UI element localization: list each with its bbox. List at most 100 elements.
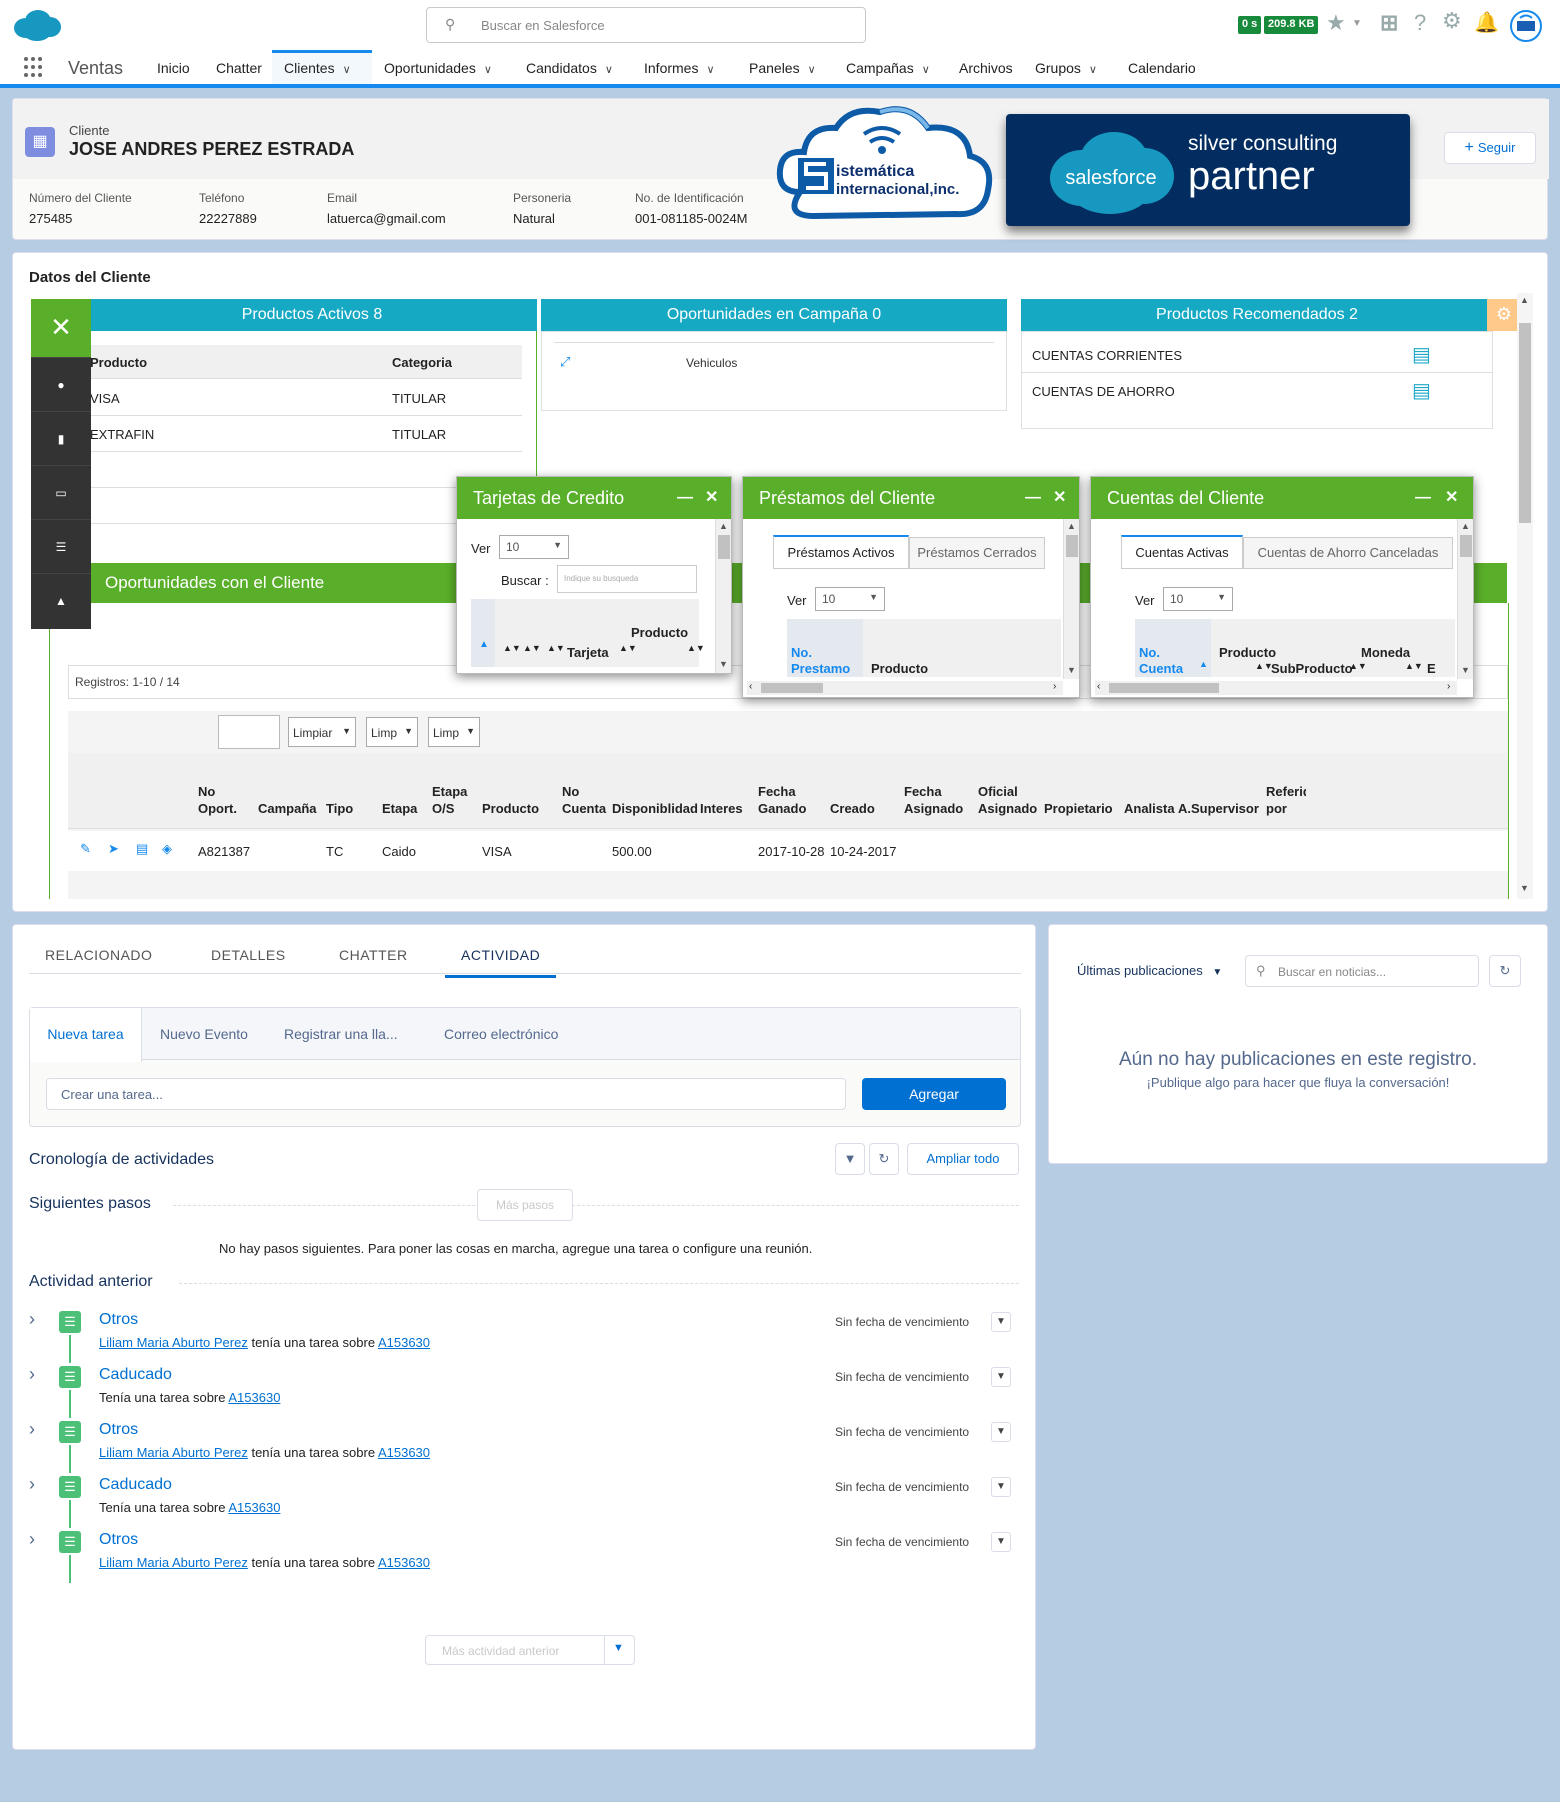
- salesforce-logo[interactable]: [12, 8, 62, 42]
- ver-select[interactable]: 10 ▼: [815, 587, 885, 611]
- bank-icon[interactable]: ▲: [31, 573, 91, 627]
- item-menu-dropdown[interactable]: ▼: [991, 1532, 1011, 1552]
- person-link[interactable]: Liliam Maria Aburto Perez: [99, 1555, 248, 1570]
- user-avatar[interactable]: [1510, 10, 1542, 42]
- notifications-bell-icon[interactable]: 🔔: [1474, 10, 1499, 35]
- timeline-item-title[interactable]: Caducado: [99, 1476, 172, 1494]
- table-column-header[interactable]: Fecha Asignado: [904, 781, 974, 817]
- filter-icon[interactable]: ▼: [835, 1143, 865, 1175]
- close-icon[interactable]: ✕: [705, 477, 718, 519]
- timeline-item-title[interactable]: Otros: [99, 1421, 138, 1439]
- scroll-thumb[interactable]: [761, 683, 823, 693]
- scroll-right-icon[interactable]: ›: [1447, 681, 1450, 692]
- timeline-item-title[interactable]: Otros: [99, 1531, 138, 1549]
- cube-icon[interactable]: ◈: [162, 841, 172, 857]
- table-column-header[interactable]: Oficial Asignado: [978, 781, 1042, 817]
- close-icon[interactable]: ✕: [1053, 477, 1066, 519]
- record-link[interactable]: A153630: [378, 1445, 430, 1460]
- tab-correo-electronico[interactable]: Correo electrónico: [444, 1026, 558, 1042]
- buscar-input[interactable]: Indique su busqueda: [557, 565, 697, 593]
- nav-item-archivos[interactable]: Archivos: [959, 60, 1013, 76]
- nav-item-candidatos[interactable]: Candidatos ∨: [526, 60, 613, 76]
- mas-pasos-button[interactable]: Más pasos: [477, 1189, 573, 1221]
- filter-select-limp[interactable]: Limp ▼: [428, 717, 480, 747]
- scroll-down-icon[interactable]: ▼: [1067, 665, 1076, 675]
- credit-card-icon[interactable]: ▭: [31, 465, 91, 519]
- col-subproducto[interactable]: SubProducto: [1271, 661, 1353, 676]
- table-column-header[interactable]: A.Supervisor: [1178, 781, 1264, 817]
- ver-select[interactable]: 10 ▼: [1163, 587, 1233, 611]
- ampliar-todo-button[interactable]: Ampliar todo: [907, 1143, 1019, 1175]
- col-no-cuenta-2[interactable]: Cuenta: [1139, 661, 1183, 676]
- nav-item-informes[interactable]: Informes ∨: [644, 60, 715, 76]
- minimize-icon[interactable]: —: [1415, 477, 1431, 519]
- popup-scrollbar[interactable]: ▲ ▼: [715, 519, 731, 673]
- nav-item-oportunidades[interactable]: Oportunidades ∨: [384, 60, 492, 76]
- oportunidades-campana-header[interactable]: Oportunidades en Campaña 0: [541, 299, 1007, 331]
- chevron-right-icon[interactable]: ›: [29, 1474, 35, 1495]
- popup-scrollbar[interactable]: ▲ ▼: [1457, 519, 1473, 679]
- table-column-header[interactable]: No Cuenta: [562, 781, 610, 817]
- scroll-thumb[interactable]: [1519, 323, 1531, 523]
- chevron-down-icon[interactable]: ▼: [613, 1642, 624, 1654]
- item-menu-dropdown[interactable]: ▼: [991, 1422, 1011, 1442]
- item-menu-dropdown[interactable]: ▼: [991, 1477, 1011, 1497]
- follow-button[interactable]: + Seguir: [1444, 132, 1536, 164]
- table-column-header[interactable]: Interes: [700, 781, 754, 817]
- scroll-down-icon[interactable]: ▼: [1520, 883, 1529, 893]
- edit-icon[interactable]: ✎: [80, 841, 91, 857]
- person-icon[interactable]: ●: [31, 357, 91, 411]
- table-column-header[interactable]: Campaña: [258, 781, 324, 817]
- help-icon[interactable]: ?: [1414, 10, 1426, 36]
- refresh-icon[interactable]: ↻: [1489, 955, 1521, 987]
- scroll-down-icon[interactable]: ▼: [1461, 665, 1470, 675]
- nav-item-campanas[interactable]: Campañas ∨: [846, 60, 930, 76]
- table-column-header[interactable]: Etapa O/S: [432, 781, 480, 817]
- timeline-item-title[interactable]: Otros: [99, 1311, 138, 1329]
- tab-chatter[interactable]: CHATTER: [339, 947, 408, 963]
- chevron-right-icon[interactable]: ›: [29, 1309, 35, 1330]
- form-icon[interactable]: ▤: [1412, 342, 1431, 367]
- record-link[interactable]: A153630: [228, 1390, 280, 1405]
- sort-icon[interactable]: ▲▼: [1349, 661, 1367, 671]
- expand-icon[interactable]: ⤢: [560, 354, 570, 370]
- popup-scrollbar[interactable]: ▲ ▼: [1063, 519, 1079, 679]
- col-no-prestamo-2[interactable]: Prestamo: [791, 661, 850, 676]
- feed-filter[interactable]: Últimas publicaciones ▼: [1077, 963, 1222, 978]
- sort-icon[interactable]: ▲▼: [687, 643, 705, 653]
- tab-registrar-llamada[interactable]: Registrar una lla...: [284, 1026, 398, 1042]
- col-producto[interactable]: Producto: [631, 625, 688, 640]
- scroll-right-icon[interactable]: ›: [1053, 681, 1056, 692]
- sort-icon[interactable]: ▲▼: [619, 643, 637, 653]
- record-link[interactable]: A153630: [378, 1555, 430, 1570]
- campaign-item[interactable]: Vehiculos: [686, 356, 737, 370]
- scroll-left-icon[interactable]: ‹: [749, 681, 752, 692]
- tab-detalles[interactable]: DETALLES: [211, 947, 286, 963]
- gear-icon[interactable]: ⚙: [1442, 8, 1462, 34]
- scroll-down-icon[interactable]: ▼: [719, 659, 728, 669]
- nav-item-inicio[interactable]: Inicio: [157, 60, 190, 76]
- h-scrollbar[interactable]: ‹ ›: [747, 681, 1063, 695]
- table-column-header[interactable]: Creado: [830, 781, 900, 817]
- sort-icon[interactable]: ▲▼: [1405, 661, 1423, 671]
- record-link[interactable]: A153630: [378, 1335, 430, 1350]
- h-scrollbar[interactable]: ‹ ›: [1095, 681, 1457, 695]
- chevron-down-icon[interactable]: ∨: [808, 64, 816, 76]
- add-icon[interactable]: ⊞: [1380, 10, 1398, 36]
- nav-item-chatter[interactable]: Chatter: [216, 60, 262, 76]
- person-link[interactable]: Liliam Maria Aburto Perez: [99, 1335, 248, 1350]
- app-launcher-icon[interactable]: [24, 56, 46, 78]
- sort-asc-icon[interactable]: ▲: [479, 639, 489, 650]
- tab-nueva-tarea[interactable]: Nueva tarea: [30, 1008, 142, 1062]
- table-column-header[interactable]: Disponiblidad: [612, 781, 698, 817]
- filter-select-limpiar[interactable]: Limpiar ▼: [288, 717, 356, 747]
- table-column-header[interactable]: Producto: [482, 781, 558, 817]
- book-icon[interactable]: ▮: [31, 411, 91, 465]
- chevron-down-icon[interactable]: ∨: [1089, 64, 1097, 76]
- ver-select[interactable]: 10 ▼: [499, 535, 569, 559]
- settings-gear-icon[interactable]: ⚙: [1487, 299, 1521, 331]
- col-producto[interactable]: Producto: [871, 661, 928, 676]
- nav-item-grupos[interactable]: Grupos ∨: [1035, 60, 1097, 76]
- table-column-header[interactable]: Analista: [1124, 781, 1176, 817]
- scroll-thumb[interactable]: [1066, 535, 1078, 557]
